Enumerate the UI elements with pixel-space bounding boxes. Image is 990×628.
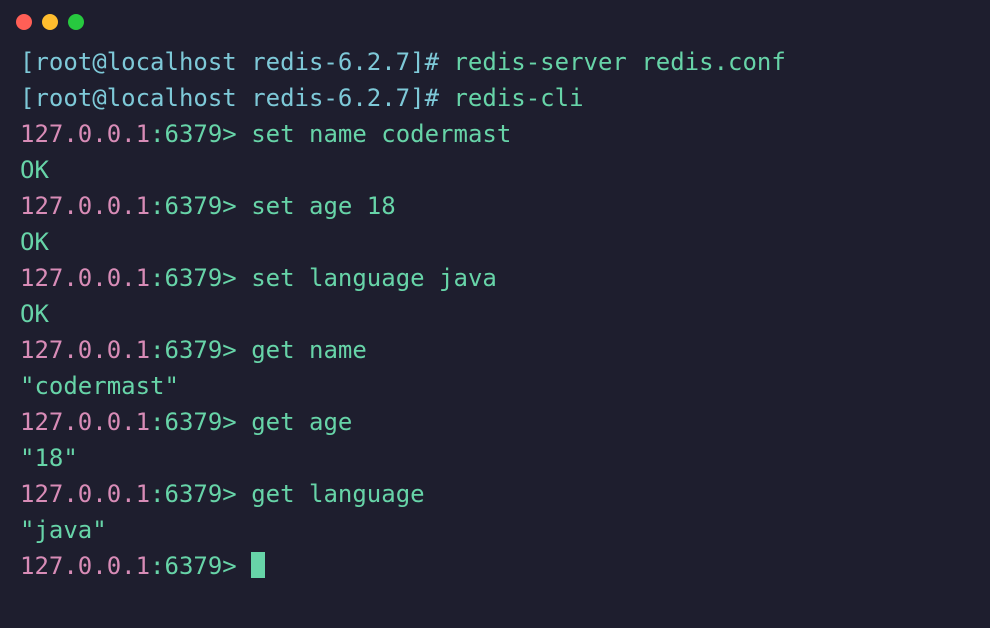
redis-prompt-ip: 127.0.0.1 <box>20 264 150 292</box>
close-icon[interactable] <box>16 14 32 30</box>
redis-prompt-ip: 127.0.0.1 <box>20 408 150 436</box>
redis-prompt-port: :6379> <box>150 336 251 364</box>
terminal-line: OK <box>20 152 970 188</box>
terminal-line: [root@localhost redis-6.2.7]# redis-cli <box>20 80 970 116</box>
redis-prompt-ip: 127.0.0.1 <box>20 120 150 148</box>
terminal-line: OK <box>20 224 970 260</box>
command-text: redis-server redis.conf <box>453 48 785 76</box>
terminal-line: 127.0.0.1:6379> set name codermast <box>20 116 970 152</box>
terminal-line: 127.0.0.1:6379> set language java <box>20 260 970 296</box>
command-text: get name <box>251 336 367 364</box>
redis-prompt-port: :6379> <box>150 192 251 220</box>
shell-prompt: [root@localhost redis-6.2.7]# <box>20 84 453 112</box>
terminal-line: 127.0.0.1:6379> <box>20 548 970 584</box>
terminal-line: OK <box>20 296 970 332</box>
terminal-line: "java" <box>20 512 970 548</box>
terminal-output[interactable]: [root@localhost redis-6.2.7]# redis-serv… <box>0 40 990 604</box>
redis-prompt-port: :6379> <box>150 408 251 436</box>
redis-prompt-port: :6379> <box>150 264 251 292</box>
output-text: OK <box>20 156 49 184</box>
output-text: "codermast" <box>20 372 179 400</box>
terminal-line: 127.0.0.1:6379> set age 18 <box>20 188 970 224</box>
redis-prompt-ip: 127.0.0.1 <box>20 480 150 508</box>
command-text: get language <box>251 480 424 508</box>
output-text: OK <box>20 228 49 256</box>
output-text: "18" <box>20 444 78 472</box>
command-text: set name codermast <box>251 120 511 148</box>
redis-prompt-ip: 127.0.0.1 <box>20 552 150 580</box>
redis-prompt-port: :6379> <box>150 480 251 508</box>
maximize-icon[interactable] <box>68 14 84 30</box>
terminal-line: 127.0.0.1:6379> get language <box>20 476 970 512</box>
command-text: redis-cli <box>453 84 583 112</box>
command-text: get age <box>251 408 352 436</box>
terminal-line: "18" <box>20 440 970 476</box>
window-titlebar <box>0 0 990 40</box>
redis-prompt-ip: 127.0.0.1 <box>20 192 150 220</box>
terminal-line: 127.0.0.1:6379> get name <box>20 332 970 368</box>
redis-prompt-port: :6379> <box>150 120 251 148</box>
redis-prompt-port: :6379> <box>150 552 251 580</box>
terminal-line: 127.0.0.1:6379> get age <box>20 404 970 440</box>
minimize-icon[interactable] <box>42 14 58 30</box>
shell-prompt: [root@localhost redis-6.2.7]# <box>20 48 453 76</box>
terminal-line: [root@localhost redis-6.2.7]# redis-serv… <box>20 44 970 80</box>
command-text: set age 18 <box>251 192 396 220</box>
terminal-line: "codermast" <box>20 368 970 404</box>
output-text: "java" <box>20 516 107 544</box>
output-text: OK <box>20 300 49 328</box>
command-text: set language java <box>251 264 497 292</box>
cursor-icon <box>251 552 265 578</box>
redis-prompt-ip: 127.0.0.1 <box>20 336 150 364</box>
